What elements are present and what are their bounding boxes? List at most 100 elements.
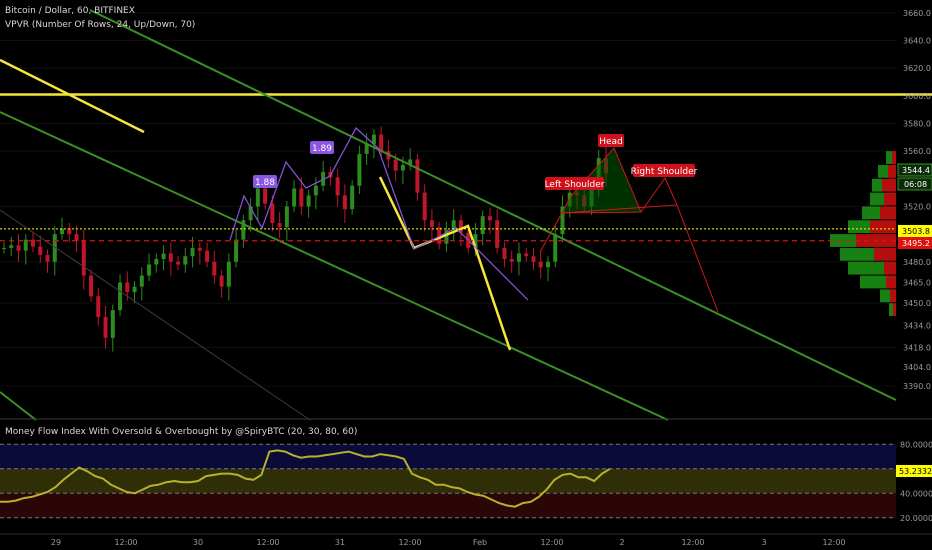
volume-bar-up	[872, 178, 882, 192]
price-tick: 3560.0	[903, 147, 931, 156]
candle-body	[509, 258, 514, 262]
volume-bar-up	[886, 151, 892, 164]
svg-text:1.88: 1.88	[255, 178, 275, 188]
mfi-indicator-title[interactable]: Money Flow Index With Oversold & Overbou…	[5, 427, 357, 437]
candle-body	[2, 247, 6, 249]
yellow-level-bubble: 3503.8	[898, 225, 932, 237]
candle-body	[118, 282, 123, 311]
price-tick: 3600.0	[903, 92, 931, 101]
candle-body	[292, 188, 297, 207]
candle-body	[81, 241, 86, 276]
candle-body	[132, 286, 137, 293]
candle-body	[393, 159, 398, 171]
volume-bar-up	[870, 192, 884, 206]
candle-body	[357, 153, 362, 186]
oversold-band	[0, 493, 896, 518]
svg-text:Right Shoulder: Right Shoulder	[631, 167, 698, 177]
right-shoulder-label[interactable]: Right Shoulder	[631, 164, 698, 177]
volume-bar-down	[890, 289, 896, 303]
candle-body	[205, 250, 210, 262]
volume-bar-up	[848, 220, 870, 234]
time-tick: 29	[51, 538, 61, 547]
candle-body	[335, 177, 340, 196]
candle-body	[183, 256, 188, 265]
candle-body	[67, 228, 72, 235]
candle-body	[415, 159, 420, 193]
price-tick: 3620.0	[903, 64, 931, 73]
svg-text:Left Shoulder: Left Shoulder	[545, 180, 605, 190]
candle-body	[9, 245, 14, 248]
volume-bar-down	[884, 261, 896, 275]
overbought-band	[0, 444, 896, 469]
candle-body	[190, 247, 195, 257]
symbol-title[interactable]: Bitcoin / Dollar, 60, BITFINEX	[5, 6, 135, 16]
time-tick: 12:00	[540, 538, 563, 547]
tradingview-chart: 1.88 1.89 Head Left Shoulder Right Shoul…	[0, 0, 932, 550]
price-tick: 3580.0	[903, 120, 931, 129]
candle-body	[212, 261, 217, 276]
candle-body	[495, 220, 500, 248]
candle-body	[480, 216, 485, 235]
volume-bar-down	[880, 206, 896, 220]
candle-body	[60, 228, 65, 235]
candle-body	[154, 258, 159, 265]
candle-body	[197, 247, 202, 251]
price-tick: 3404.0	[903, 363, 931, 372]
candle-body	[313, 185, 318, 196]
volume-bar-down	[874, 247, 896, 261]
candle-body	[103, 317, 108, 338]
candle-body	[270, 203, 275, 224]
vpvr-indicator-title[interactable]: VPVR (Number Of Rows, 24, Up/Down, 70)	[5, 20, 195, 30]
candle-body	[255, 188, 260, 207]
volume-bar-up	[878, 164, 888, 178]
volume-bar-down	[888, 164, 896, 178]
candle-body	[168, 253, 173, 262]
current-price-bubble: 3544.4	[897, 163, 932, 177]
time-tick: 12:00	[398, 538, 421, 547]
volume-bar-down	[870, 220, 896, 234]
price-tick: 3418.0	[903, 343, 931, 352]
candle-body	[219, 275, 224, 287]
candle-body	[89, 275, 94, 297]
candle-body	[379, 134, 384, 152]
time-tick: 12:00	[114, 538, 137, 547]
candle-body	[226, 261, 231, 287]
candle-body	[263, 188, 268, 204]
candle-body	[284, 206, 289, 228]
neutral-band	[0, 468, 896, 494]
candle-body	[350, 185, 355, 210]
price-tick: 3660.0	[903, 9, 931, 18]
volume-bar-up	[830, 234, 856, 247]
fib-ratio-label-1[interactable]: 1.88	[253, 175, 277, 188]
volume-bar-up	[860, 275, 886, 289]
time-tick: 12:00	[681, 538, 704, 547]
candle-body	[161, 253, 166, 259]
candle-body	[400, 164, 405, 171]
chart-canvas[interactable]: 1.88 1.89 Head Left Shoulder Right Shoul…	[0, 0, 932, 550]
candle-body	[422, 192, 427, 221]
candle-body	[545, 261, 550, 268]
time-tick: 30	[193, 538, 203, 547]
svg-text:3544.4: 3544.4	[902, 166, 930, 175]
candle-body	[516, 253, 521, 262]
candle-body	[38, 246, 43, 255]
left-shoulder-label[interactable]: Left Shoulder	[545, 177, 605, 190]
candle-body	[538, 261, 543, 268]
svg-text:3503.8: 3503.8	[902, 227, 930, 236]
svg-text:Head: Head	[599, 137, 623, 147]
svg-text:3495.2: 3495.2	[902, 239, 930, 248]
fib-ratio-label-2[interactable]: 1.89	[310, 141, 334, 154]
volume-bar-down	[893, 303, 896, 317]
candle-body	[125, 282, 130, 293]
candle-body	[45, 254, 50, 262]
time-tick: 2	[619, 538, 624, 547]
svg-text:1.89: 1.89	[312, 144, 332, 154]
candle-body	[306, 195, 311, 207]
candle-body	[234, 239, 239, 262]
volume-bar-up	[889, 303, 893, 317]
head-label[interactable]: Head	[598, 134, 624, 147]
candle-body	[176, 261, 181, 265]
candle-body	[147, 264, 152, 276]
red-level-bubble: 3495.2	[898, 237, 932, 249]
svg-text:53.2332: 53.2332	[899, 467, 932, 476]
